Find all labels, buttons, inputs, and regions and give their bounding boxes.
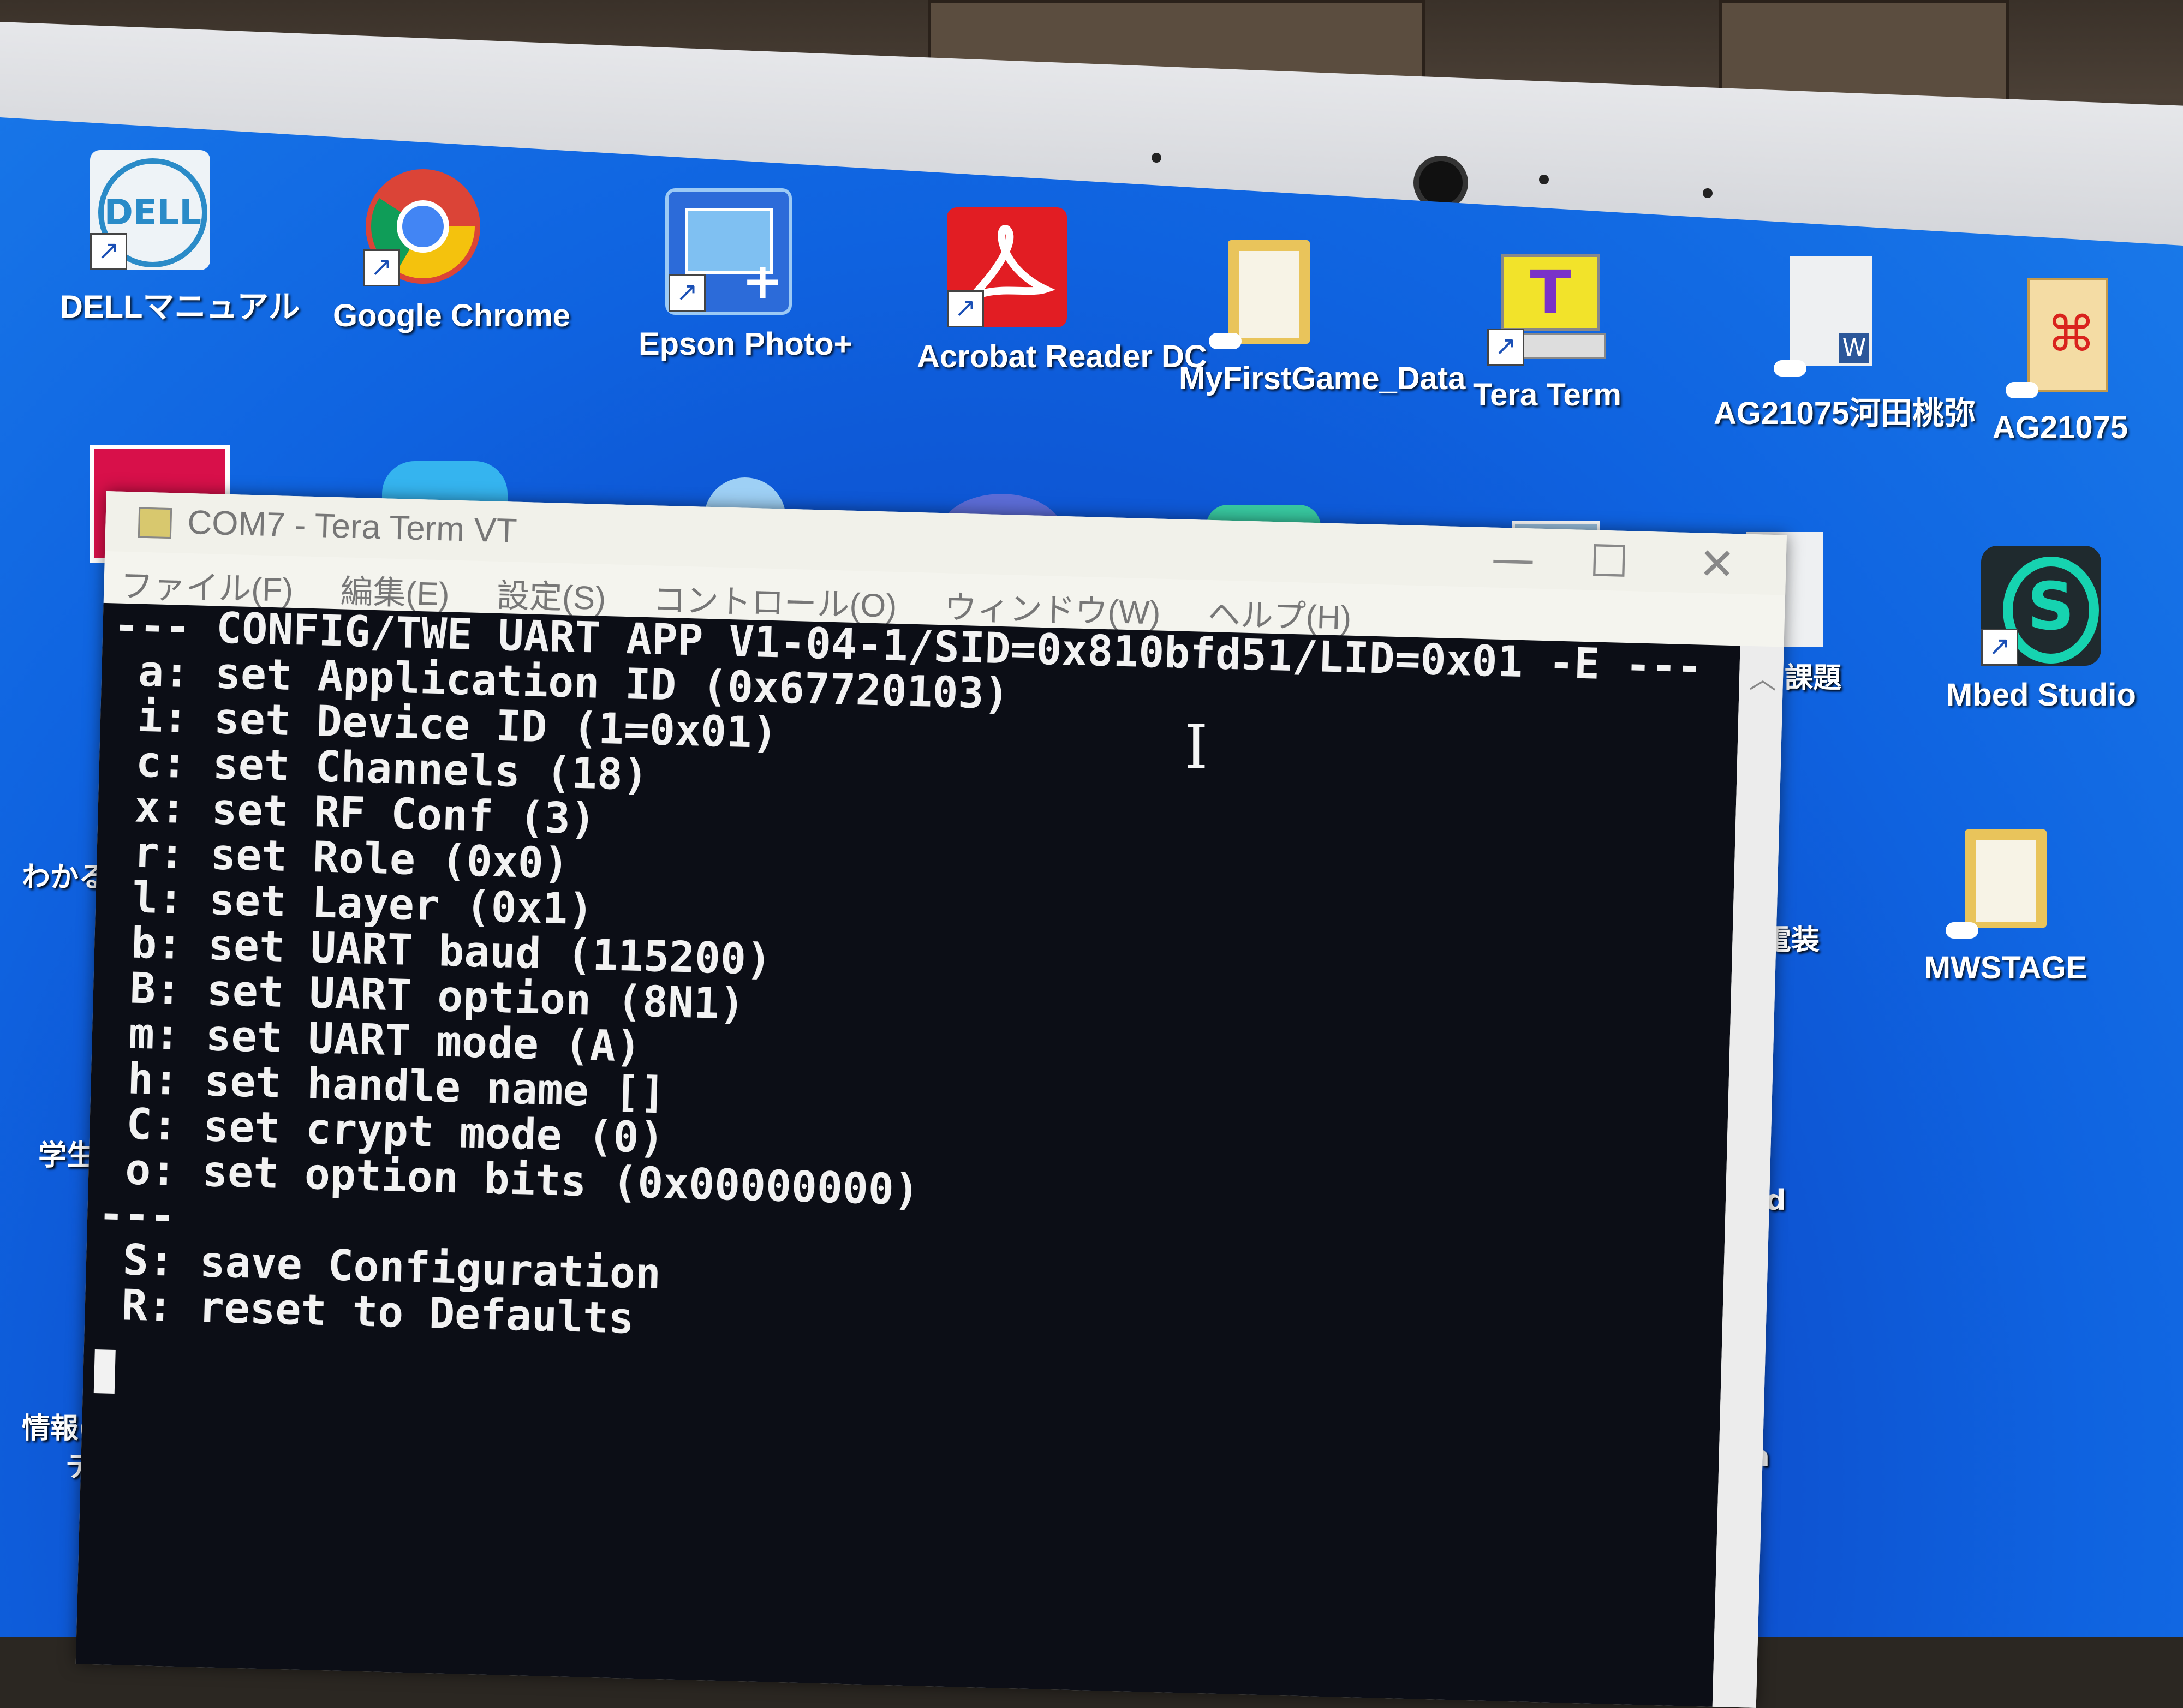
cloud-icon [1774, 360, 1806, 377]
icon-label: Google Chrome [333, 298, 571, 333]
teraterm-app-icon [138, 507, 172, 539]
desktop-icon-chrome[interactable]: ↗ Google Chrome [333, 166, 571, 334]
sensor-dot [1152, 153, 1161, 163]
dell-manual-icon: DELL ↗ [90, 150, 210, 270]
icon-label: DELLマニュアル [60, 289, 300, 325]
partial-icon-label: わかる [22, 861, 108, 894]
teraterm-screen: T [1501, 254, 1600, 331]
icon-label: AG21075 [1992, 410, 2128, 445]
plus-icon: + [742, 253, 783, 310]
sensor-dot [1703, 188, 1713, 198]
chrome-icon: ↗ [363, 166, 483, 286]
desktop-icon-teraterm[interactable]: T ↗ Tera Term [1457, 246, 1637, 413]
scroll-up-icon[interactable]: ︿ [1749, 657, 1777, 697]
acrobat-mark-icon: ⌘ [2047, 306, 2096, 363]
text-cursor [93, 1349, 116, 1394]
sensor-dot [1539, 175, 1549, 184]
menu-edit[interactable]: 編集(E) [340, 557, 451, 615]
desktop-icon-mwstage[interactable]: MWSTAGE [1916, 819, 2096, 986]
icon-label: MWSTAGE [1924, 950, 2087, 986]
desktop-icon-dell-manual[interactable]: DELL ↗ DELLマニュアル [60, 150, 300, 327]
desktop-icon-ag21075-doc[interactable]: W AG21075河田桃弥 [1714, 256, 1976, 433]
folder-page [1239, 251, 1299, 338]
desktop-icon-mbed-studio[interactable]: S ↗ Mbed Studio [1937, 546, 2145, 713]
icon-label: MyFirstGame_Data [1179, 361, 1466, 396]
maximize-button[interactable]: ☐ [1589, 535, 1629, 587]
icon-label: Mbed Studio [1946, 677, 2136, 713]
shortcut-arrow-icon: ↗ [363, 249, 400, 286]
pdf-icon: ⌘ [2000, 278, 2120, 398]
shortcut-arrow-icon: ↗ [1487, 329, 1524, 366]
folder-page [1976, 840, 2036, 922]
desktop-icon-ag21075-pdf[interactable]: ⌘ AG21075 [1970, 278, 2150, 446]
shortcut-arrow-icon: ↗ [947, 290, 984, 327]
partial-icon-label: 学生 [38, 1139, 96, 1172]
teraterm-window[interactable]: COM7 - Tera Term VT — ☐ ✕ ファイル(F) 編集(E) … [75, 491, 1787, 1708]
icon-label: Acrobat Reader DC [917, 339, 1207, 374]
teraterm-icon: T ↗ [1487, 246, 1607, 366]
cloud-icon [2006, 382, 2038, 398]
menu-setup[interactable]: 設定(S) [496, 562, 607, 619]
partial-icon-label: 課題 [1785, 662, 1842, 695]
acrobat-icon: ↗ [947, 207, 1067, 327]
desktop-icon-myfirstgame[interactable]: MyFirstGame_Data [1179, 229, 1466, 397]
minimize-button[interactable]: — [1490, 533, 1535, 584]
icon-label: Epson Photo+ [639, 326, 852, 362]
folder-icon [1209, 229, 1329, 349]
terminal-output[interactable]: --- CONFIG/TWE UART APP V1-04-1/SID=0x81… [75, 601, 1740, 1707]
cloud-icon [1946, 922, 1978, 939]
mbed-studio-icon: S ↗ [1981, 546, 2101, 666]
desktop-icon-acrobat[interactable]: ↗ Acrobat Reader DC [917, 207, 1207, 375]
icon-label: Tera Term [1473, 377, 1621, 413]
ibeam-cursor-icon: I [1184, 712, 1208, 782]
word-badge: W [1839, 333, 1869, 363]
word-doc-icon: W [1768, 256, 1888, 377]
cloud-icon [1209, 333, 1242, 349]
desktop-icon-epson-photo[interactable]: + ↗ Epson Photo+ [639, 188, 852, 362]
close-button[interactable]: ✕ [1698, 538, 1735, 590]
shortcut-arrow-icon: ↗ [669, 274, 706, 312]
folder-icon [1946, 819, 2066, 939]
shortcut-arrow-icon: ↗ [1981, 629, 2018, 666]
shortcut-arrow-icon: ↗ [90, 233, 127, 270]
icon-label: AG21075河田桃弥 [1714, 396, 1976, 431]
epson-photo-icon: + ↗ [665, 188, 792, 315]
window-title: COM7 - Tera Term VT [187, 503, 518, 550]
